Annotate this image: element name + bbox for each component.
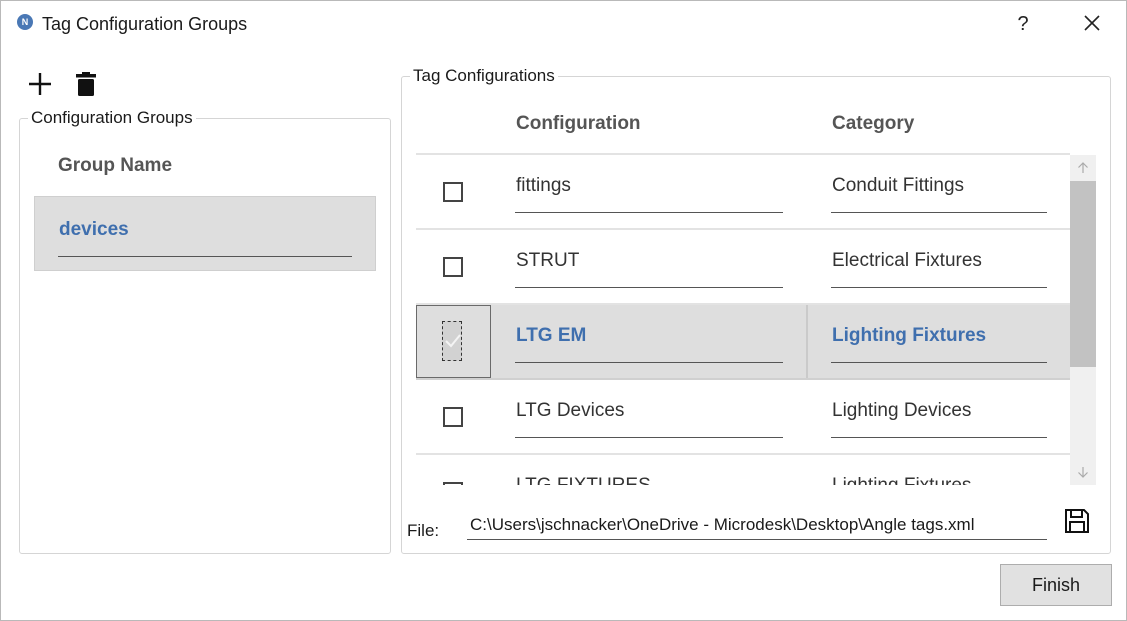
table-row[interactable]: LTG FIXTURES Lighting Fixtures xyxy=(416,455,1070,485)
trash-icon xyxy=(76,72,96,96)
row-checkbox[interactable] xyxy=(443,257,463,277)
group-name-underline xyxy=(58,256,352,257)
config-rows-viewport: fittings Conduit Fittings STRUT Electric… xyxy=(416,155,1070,485)
scroll-up-button[interactable] xyxy=(1070,155,1096,181)
window-title: Tag Configuration Groups xyxy=(42,14,248,34)
category-column-header[interactable]: Category xyxy=(832,113,914,135)
n-logo-icon: N xyxy=(17,14,33,30)
scroll-thumb[interactable] xyxy=(1070,181,1096,367)
tag-configurations-panel: Tag Configurations Configuration Categor… xyxy=(401,66,1111,554)
scroll-down-button[interactable] xyxy=(1070,459,1096,485)
delete-group-button[interactable] xyxy=(75,71,97,97)
floppy-disk-icon xyxy=(1065,509,1089,533)
row-checkbox[interactable] xyxy=(443,407,463,427)
category-cell[interactable]: Conduit Fittings xyxy=(832,175,964,197)
cell-underline xyxy=(831,212,1047,213)
row-checkbox[interactable] xyxy=(443,482,463,485)
dialog-window: N Tag Configuration Groups ? Configurati… xyxy=(0,0,1127,621)
file-label: File: xyxy=(407,521,440,540)
cell-underline xyxy=(831,437,1047,438)
group-row-selected[interactable]: devices xyxy=(34,196,376,271)
tag-configurations-legend: Tag Configurations xyxy=(410,66,558,86)
vertical-scrollbar[interactable] xyxy=(1070,155,1096,485)
row-checkbox[interactable] xyxy=(443,182,463,202)
category-cell[interactable]: Lighting Fixtures xyxy=(832,475,971,485)
configuration-cell[interactable]: LTG Devices xyxy=(516,400,624,422)
table-row-selected[interactable]: LTG EM Lighting Fixtures xyxy=(416,305,1070,380)
category-cell[interactable]: Lighting Devices xyxy=(832,400,971,422)
cell-underline xyxy=(515,212,783,213)
add-group-button[interactable] xyxy=(27,71,53,97)
help-button[interactable]: ? xyxy=(1006,9,1040,39)
category-cell[interactable]: Electrical Fixtures xyxy=(832,250,982,272)
table-row[interactable]: LTG Devices Lighting Devices xyxy=(416,380,1070,455)
finish-button[interactable]: Finish xyxy=(1000,564,1112,606)
title-bar: N Tag Configuration Groups ? xyxy=(1,1,1126,47)
close-icon xyxy=(1084,15,1100,31)
arrow-up-icon xyxy=(1078,162,1088,173)
configuration-groups-panel: Configuration Groups Group Name devices xyxy=(19,108,391,554)
cell-underline xyxy=(831,362,1047,363)
file-path-input[interactable] xyxy=(467,510,1047,540)
configuration-cell[interactable]: STRUT xyxy=(516,250,579,272)
table-row[interactable]: STRUT Electrical Fixtures xyxy=(416,230,1070,305)
category-cell[interactable]: Lighting Fixtures xyxy=(832,325,986,347)
table-row[interactable]: fittings Conduit Fittings xyxy=(416,155,1070,230)
arrow-down-icon xyxy=(1078,467,1088,478)
cell-underline xyxy=(515,362,783,363)
configuration-cell[interactable]: LTG FIXTURES xyxy=(516,475,651,485)
column-separator xyxy=(806,305,808,378)
row-checkbox-checked[interactable] xyxy=(442,321,462,361)
group-name-column-header[interactable]: Group Name xyxy=(58,155,172,177)
close-button[interactable] xyxy=(1073,7,1111,39)
checkmark-icon xyxy=(445,334,461,348)
configuration-groups-legend: Configuration Groups xyxy=(28,108,196,128)
configuration-column-header[interactable]: Configuration xyxy=(516,113,641,135)
save-file-button[interactable] xyxy=(1064,508,1090,534)
cell-underline xyxy=(831,287,1047,288)
group-name-cell[interactable]: devices xyxy=(59,219,129,241)
cell-underline xyxy=(515,437,783,438)
plus-icon xyxy=(29,73,51,95)
configuration-cell[interactable]: fittings xyxy=(516,175,571,197)
configuration-cell[interactable]: LTG EM xyxy=(516,325,586,347)
cell-underline xyxy=(515,287,783,288)
